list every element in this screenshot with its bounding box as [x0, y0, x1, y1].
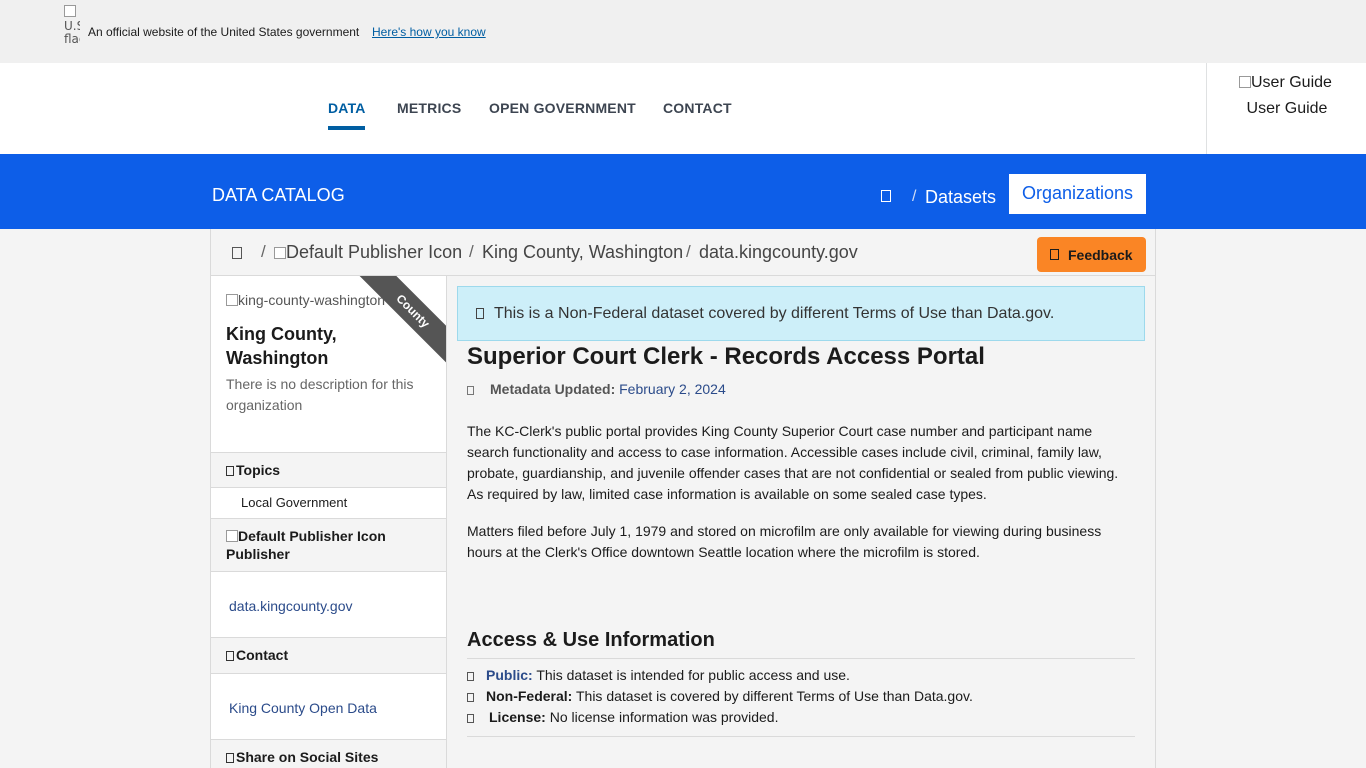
non-federal-notice: This is a Non-Federal dataset covered by… — [457, 286, 1145, 341]
contact-link[interactable]: King County Open Data — [229, 700, 377, 716]
feedback-label: Feedback — [1068, 247, 1133, 263]
nav-data[interactable]: DATA — [328, 100, 366, 116]
access-non-federal: Non-Federal: This dataset is covered by … — [467, 688, 973, 704]
publisher-heading: Default Publisher Icon Publisher — [211, 518, 446, 572]
feedback-button[interactable]: Feedback — [1037, 237, 1146, 272]
share-heading: Share on Social Sites — [211, 739, 446, 768]
nav-metrics[interactable]: METRICS — [397, 100, 461, 116]
sidebar: king-county-washington County King Count… — [211, 276, 447, 768]
topics-heading: Topics — [211, 452, 446, 488]
calendar-icon — [467, 386, 474, 395]
dataset-description: The KC-Clerk's public portal provides Ki… — [467, 423, 1119, 502]
main-panel: / Default Publisher Icon / King County, … — [210, 229, 1156, 768]
info-icon — [476, 308, 484, 319]
contact-heading: Contact — [211, 637, 446, 674]
active-nav-indicator — [328, 126, 365, 130]
nav-contact[interactable]: CONTACT — [663, 100, 732, 116]
topics-icon — [226, 466, 234, 476]
nav-open-government[interactable]: OPEN GOVERNMENT — [489, 100, 636, 116]
org-name: King County, Washington — [226, 324, 337, 368]
catalog-separator: / — [912, 188, 917, 205]
feedback-icon — [1050, 249, 1059, 260]
org-image[interactable]: king-county-washington — [226, 292, 385, 308]
breadcrumb-separator: / — [261, 242, 266, 261]
gov-banner-text: An official website of the United States… — [88, 25, 360, 39]
catalog-bar: DATA CATALOG / Datasets Organizations — [0, 154, 1366, 229]
access-public: Public: This dataset is intended for pub… — [467, 667, 850, 683]
breadcrumb-publisher[interactable]: data.kingcounty.gov — [699, 242, 858, 263]
breadcrumb-org[interactable]: King County, Washington — [482, 242, 683, 263]
home-icon[interactable] — [232, 247, 242, 259]
breadcrumb-separator: / — [686, 242, 691, 261]
contact-icon — [226, 651, 234, 661]
datasets-link[interactable]: Datasets — [925, 187, 996, 208]
gov-banner: U.S. flag An official website of the Uni… — [0, 0, 1366, 63]
heres-how-you-know-link[interactable]: Here's how you know — [372, 25, 486, 39]
page-title: Superior Court Clerk - Records Access Po… — [467, 343, 985, 370]
public-icon — [467, 672, 474, 681]
metadata-updated: Metadata Updated: February 2, 2024 — [467, 381, 726, 397]
license-icon — [467, 714, 474, 723]
user-guide-link[interactable]: User Guide User Guide — [1206, 63, 1366, 154]
access-license: License: No license information was prov… — [467, 709, 778, 725]
user-guide-label: User Guide — [1246, 100, 1328, 117]
org-description: There is no description for this organiz… — [226, 376, 414, 413]
breadcrumb-publisher-icon[interactable]: Default Publisher Icon — [274, 242, 462, 263]
divider — [467, 658, 1135, 659]
publisher-link[interactable]: data.kingcounty.gov — [229, 598, 353, 614]
catalog-title[interactable]: DATA CATALOG — [212, 185, 345, 206]
topic-local-government[interactable]: Local Government — [241, 495, 347, 510]
dataset-description: Matters filed before July 1, 1979 and st… — [467, 523, 1102, 560]
organizations-link[interactable]: Organizations — [1009, 174, 1146, 214]
publisher-icon: Default Publisher Icon — [226, 528, 386, 544]
non-federal-icon — [467, 693, 474, 702]
access-use-heading: Access & Use Information — [467, 629, 715, 651]
user-guide-icon: User Guide — [1239, 74, 1332, 92]
share-icon — [226, 753, 234, 763]
breadcrumb-separator: / — [469, 242, 474, 261]
breadcrumb: / Default Publisher Icon / King County, … — [211, 229, 1155, 276]
us-flag-icon: U.S. flag — [64, 5, 80, 57]
divider — [467, 736, 1135, 737]
dataset-content: This is a Non-Federal dataset covered by… — [447, 276, 1155, 768]
site-header: DATA METRICS OPEN GOVERNMENT CONTACT Use… — [0, 63, 1366, 154]
home-icon[interactable] — [881, 190, 891, 202]
